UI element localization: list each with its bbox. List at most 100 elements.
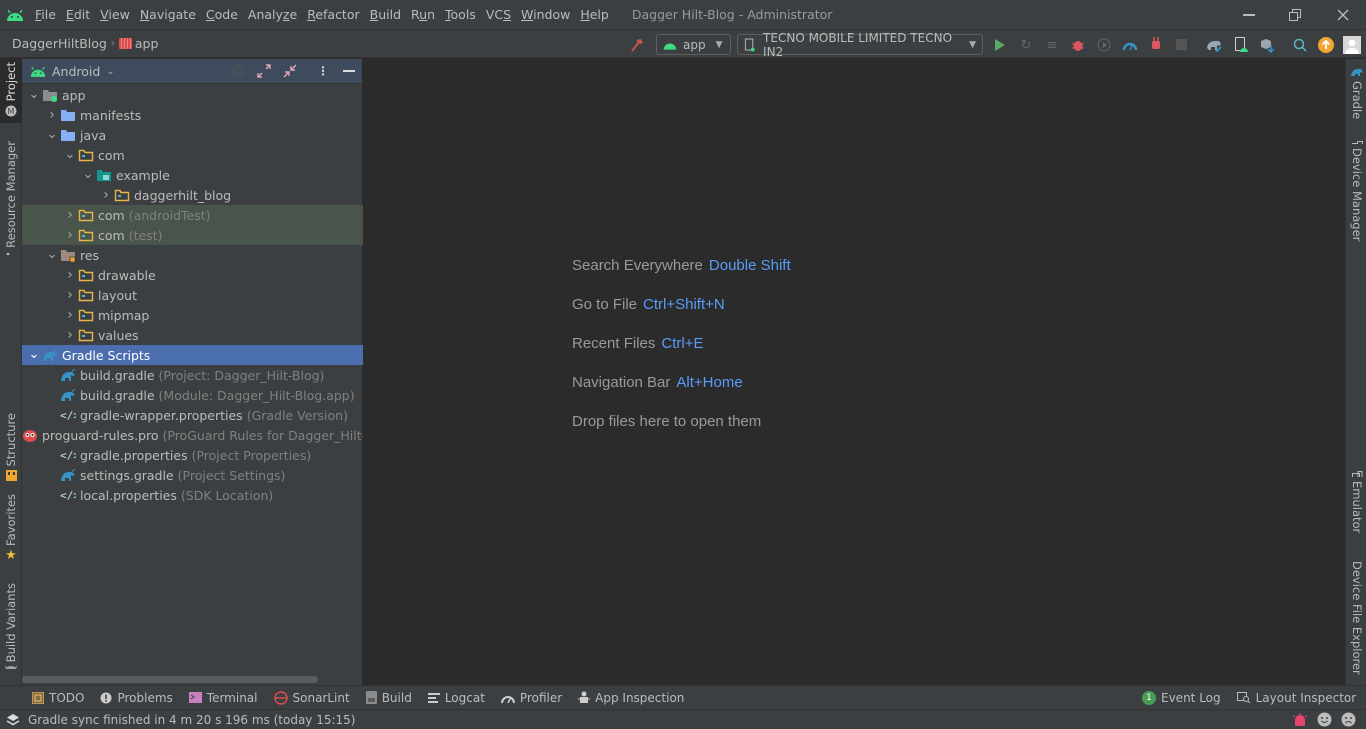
profile-icon[interactable] [1120, 35, 1140, 55]
chevron-right-icon[interactable]: › [62, 287, 78, 303]
chevron-right-icon[interactable]: › [62, 207, 78, 223]
breadcrumb-project[interactable]: DaggerHiltBlog [12, 36, 107, 51]
minimize-button[interactable] [1226, 0, 1272, 29]
debug-icon[interactable] [1068, 35, 1088, 55]
tree-item[interactable]: ⌄ Gradle Scripts [22, 345, 363, 365]
ide-internal-errors-icon[interactable] [1292, 713, 1308, 727]
menu-window[interactable]: Window [516, 0, 575, 29]
tool-tab-project[interactable]: Project M [0, 59, 22, 123]
chevron-right-icon[interactable]: › [62, 327, 78, 343]
menu-build[interactable]: Build [365, 0, 406, 29]
menu-analyze[interactable]: Analyze [243, 0, 302, 29]
chevron-down-icon[interactable]: ⌄ [26, 348, 42, 361]
menu-code[interactable]: Code [201, 0, 243, 29]
tool-tab-gradle[interactable]: Gradle [1346, 67, 1366, 123]
tree-item[interactable]: › daggerhilt_blog [22, 185, 363, 205]
menu-help[interactable]: Help [575, 0, 614, 29]
menu-view[interactable]: View [95, 0, 135, 29]
tool-tab-layout-inspector[interactable]: Layout Inspector [1229, 686, 1365, 710]
attach-debugger-icon[interactable] [1146, 35, 1166, 55]
tool-tab-terminal[interactable]: Terminal [181, 686, 266, 710]
chevron-down-icon[interactable]: ⌄ [80, 168, 96, 181]
tree-item[interactable]: ⌄ app [22, 85, 363, 105]
hide-panel-icon[interactable] [340, 62, 358, 80]
menu-file[interactable]: File [30, 0, 61, 29]
run-configuration-select[interactable]: app ▼ [656, 34, 731, 55]
feedback-sad-icon[interactable] [1341, 712, 1356, 727]
tool-tab-sonarlint[interactable]: SonarLint [266, 686, 358, 710]
tool-tab-emulator[interactable]: Emulator [1346, 471, 1366, 533]
tree-item[interactable]: </> gradle-wrapper.properties(Gradle Vers… [22, 405, 363, 425]
user-avatar-icon[interactable] [1342, 35, 1362, 55]
menu-refactor[interactable]: Refactor [302, 0, 364, 29]
tree-item[interactable]: › manifests [22, 105, 363, 125]
tree-item[interactable]: build.gradle (Module: Dagger_Hilt-Blog.ap… [22, 385, 363, 405]
tree-item[interactable]: ⌄ java [22, 125, 363, 145]
stop-icon[interactable] [1172, 35, 1192, 55]
chevron-right-icon[interactable]: › [44, 107, 60, 123]
tool-tab-logcat[interactable]: Logcat [420, 686, 493, 710]
view-mode-select[interactable]: Android ⌄ [30, 64, 115, 79]
chevron-down-icon[interactable]: ⌄ [62, 148, 78, 161]
restore-button[interactable] [1272, 0, 1318, 29]
options-menu-icon[interactable]: ⋮ [314, 62, 332, 80]
chevron-down-icon[interactable]: ⌄ [26, 88, 42, 101]
chevron-right-icon[interactable]: › [62, 267, 78, 283]
device-manager-icon[interactable] [1231, 35, 1251, 55]
tree-item[interactable]: settings.gradle (Project Settings) [22, 465, 363, 485]
tool-tab-todo[interactable]: TODO [24, 686, 92, 710]
collapse-all-icon[interactable] [281, 62, 299, 80]
tree-item[interactable]: proguard-rules.pro (ProGuard Rules for Da… [22, 425, 363, 445]
feedback-happy-icon[interactable] [1317, 712, 1332, 727]
update-available-icon[interactable] [1316, 35, 1336, 55]
tree-item[interactable]: › com (test) [22, 225, 363, 245]
tree-item[interactable]: › drawable [22, 265, 363, 285]
tool-tab-build[interactable]: Build [358, 686, 420, 710]
sdk-manager-icon[interactable] [1257, 35, 1277, 55]
tree-item[interactable]: ⌄ example [22, 165, 363, 185]
chevron-right-icon[interactable]: › [98, 187, 114, 203]
status-message[interactable]: Gradle sync finished in 4 m 20 s 196 ms … [28, 713, 356, 727]
tool-tab-app-inspection[interactable]: App Inspection [570, 686, 692, 710]
sync-gradle-icon[interactable] [1204, 35, 1224, 55]
select-opened-file-icon[interactable] [229, 62, 247, 80]
chevron-right-icon[interactable]: › [62, 227, 78, 243]
tree-item[interactable]: › layout [22, 285, 363, 305]
tree-item[interactable]: ⌄ com [22, 145, 363, 165]
tool-tab-structure[interactable]: Structure [0, 411, 22, 485]
tool-tab-profiler[interactable]: Profiler [493, 686, 570, 710]
tool-tab-device-file-explorer[interactable]: Device File Explorer [1346, 557, 1366, 675]
tree-item[interactable]: </> local.properties(SDK Location) [22, 485, 363, 505]
tool-tab-device-manager[interactable]: Device Manager [1346, 141, 1366, 241]
menu-navigate[interactable]: Navigate [135, 0, 201, 29]
tool-tab-problems[interactable]: Problems [92, 686, 180, 710]
tool-tab-resource-manager[interactable]: Resource Manager [0, 141, 22, 259]
chevron-right-icon[interactable]: › [62, 307, 78, 323]
tree-item[interactable]: › com (androidTest) [22, 205, 363, 225]
tool-tab-build-variants[interactable]: Build Variants [0, 583, 22, 673]
menu-tools[interactable]: Tools [440, 0, 481, 29]
chevron-down-icon[interactable]: ⌄ [44, 128, 60, 141]
chevron-down-icon[interactable]: ⌄ [44, 248, 60, 261]
tree-item[interactable]: </> gradle.properties(Project Properties) [22, 445, 363, 465]
menu-vcs[interactable]: VCS [481, 0, 516, 29]
run-icon[interactable] [990, 35, 1010, 55]
make-project-hammer-icon[interactable] [627, 35, 647, 55]
tree-item[interactable]: build.gradle (Project: Dagger_Hilt-Blog) [22, 365, 363, 385]
horizontal-scrollbar[interactable] [22, 676, 318, 683]
tool-tab-event-log[interactable]: 1 Event Log [1134, 686, 1229, 710]
menu-run[interactable]: Run [406, 0, 440, 29]
apply-code-changes-icon[interactable]: ≡ [1042, 35, 1062, 55]
tool-tab-favorites[interactable]: Favorites ★ [0, 494, 22, 565]
close-button[interactable] [1320, 0, 1366, 29]
menu-edit[interactable]: Edit [61, 0, 95, 29]
tree-item[interactable]: › values [22, 325, 363, 345]
apply-changes-restart-icon[interactable]: ↻ [1016, 35, 1036, 55]
run-with-coverage-icon[interactable] [1094, 35, 1114, 55]
tree-item[interactable]: ⌄ res [22, 245, 363, 265]
expand-all-icon[interactable] [255, 62, 273, 80]
tree-item[interactable]: › mipmap [22, 305, 363, 325]
search-icon[interactable] [1290, 35, 1310, 55]
device-select[interactable]: TECNO MOBILE LIMITED TECNO IN2 ▼ [737, 31, 983, 59]
breadcrumb-module[interactable]: app [135, 36, 159, 51]
